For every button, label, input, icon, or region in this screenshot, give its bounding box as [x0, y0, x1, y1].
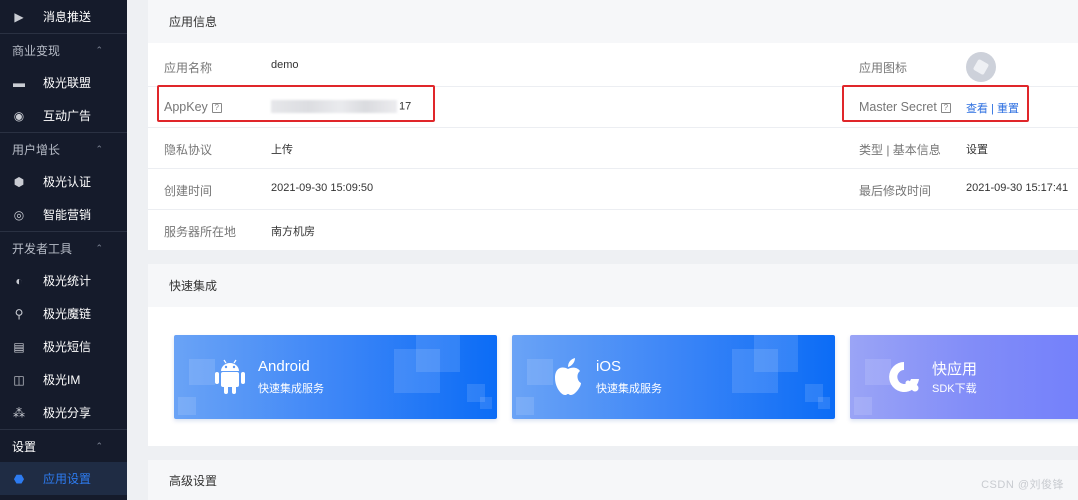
sidebar-item-label: 极光短信 [43, 340, 92, 354]
ad-target-icon: ◉ [13, 108, 25, 123]
quick-integration-title: 快速集成 [148, 264, 1078, 307]
sidebar-item[interactable]: ◉ 互动广告 [0, 99, 127, 132]
chevron-up-icon[interactable]: ⌃ [95, 441, 103, 452]
sidebar-item[interactable]: ⬢ 极光认证 [0, 165, 127, 198]
appkey-highlight-box [157, 85, 435, 122]
sidebar-item[interactable]: ⚲ 极光魔链 [0, 297, 127, 330]
sidebar-item[interactable]: ▤ 极光短信 [0, 330, 127, 363]
sidebar-item[interactable]: ▶ 消息推送 [0, 0, 127, 33]
quick-app-card-title: 快应用 [932, 361, 978, 378]
sidebar-group-label: 商业变现 [12, 43, 61, 58]
ios-card-subtitle: 快速集成服务 [596, 383, 662, 395]
ios-card-title: iOS [596, 358, 622, 375]
sidebar: ▶ 消息推送商业变现 ⌃ ▬ 极光联盟 ◉ 互动广告用户增长 ⌃ ⬢ 极光认证 ◎ 智能营销开发者工具… [0, 0, 127, 500]
settings-link[interactable]: 设置 [966, 141, 988, 157]
android-card-title: Android [258, 358, 310, 375]
sidebar-group[interactable]: 开发者工具 ⌃ [0, 231, 127, 264]
created-label: 创建时间 [164, 184, 213, 198]
sidebar-item-label: 应用设置 [43, 472, 92, 486]
ios-card[interactable]: iOS 快速集成服务 [512, 335, 835, 419]
sidebar-item-label: 极光分享 [43, 406, 92, 420]
server-row: 服务器所在地 南方机房 [148, 210, 1078, 251]
advanced-settings-title: 高级设置 [148, 460, 1078, 500]
quick-integration-panel: 快速集成 Android 快速集成服务 iOS 快速集成服务 快应用 SDK下载 [148, 264, 1078, 446]
sidebar-item-label: 互动广告 [43, 109, 92, 123]
target-icon: ◎ [13, 207, 25, 222]
pie-chart-icon: ◐ [15, 273, 23, 288]
sidebar-group-label: 设置 [12, 439, 37, 454]
sidebar-item-label: 极光魔链 [43, 307, 92, 321]
type-info-label: 类型 | 基本信息 [859, 143, 941, 157]
app-name-row: 应用名称 demo 应用图标 [148, 46, 1078, 87]
sidebar-group[interactable]: 用户增长 ⌃ [0, 132, 127, 165]
sidebar-item[interactable]: ◐ 极光统计 [0, 264, 127, 297]
created-value: 2021-09-30 15:09:50 [271, 182, 374, 194]
sidebar-item[interactable]: ◎ 智能营销 [0, 198, 127, 231]
chat-icon: ◫ [13, 372, 25, 387]
chevron-up-icon[interactable]: ⌃ [95, 144, 103, 155]
app-name-label: 应用名称 [164, 61, 213, 75]
sidebar-group[interactable]: 设置 ⌃ [0, 429, 127, 462]
chevron-up-icon[interactable]: ⌃ [95, 243, 103, 254]
advanced-settings-panel: 高级设置 [148, 460, 1078, 500]
gear-icon: ⬣ [13, 471, 25, 486]
quick-app-card[interactable]: 快应用 SDK下载 [850, 335, 1078, 419]
sidebar-group-label: 用户增长 [12, 142, 61, 157]
share-icon: ⁂ [13, 405, 25, 420]
quick-app-card-subtitle: SDK下载 [932, 383, 977, 395]
modified-value: 2021-09-30 15:17:41 [966, 182, 1069, 194]
sidebar-item-label: 极光认证 [43, 175, 92, 189]
wallet-icon: ▬ [13, 75, 25, 90]
sidebar-item[interactable]: ▬ 极光联盟 [0, 66, 127, 99]
watermark: CSDN @刘俊锋 [981, 479, 1064, 491]
sidebar-group-label: 开发者工具 [12, 241, 73, 256]
android-icon [212, 357, 248, 397]
link-icon: ⚲ [14, 306, 24, 321]
android-card-subtitle: 快速集成服务 [258, 383, 324, 395]
sidebar-item-label: 智能营销 [43, 208, 92, 222]
cube-icon [972, 58, 990, 76]
time-row: 创建时间 2021-09-30 15:09:50 最后修改时间 2021-09-… [148, 169, 1078, 210]
chevron-up-icon[interactable]: ⌃ [95, 45, 103, 56]
server-label: 服务器所在地 [164, 225, 237, 239]
app-icon-label: 应用图标 [859, 61, 908, 75]
sidebar-item[interactable]: ⁂ 极光分享 [0, 396, 127, 429]
sidebar-item-label: 极光IM [43, 373, 81, 387]
upload-link[interactable]: 上传 [271, 141, 293, 157]
sidebar-item[interactable]: ◫ 极光IM [0, 363, 127, 396]
quick-app-icon [886, 357, 922, 397]
app-info-title: 应用信息 [148, 0, 1078, 43]
shield-icon: ⬢ [13, 174, 25, 189]
server-value: 南方机房 [271, 226, 315, 238]
sidebar-item[interactable]: ⬣ 应用设置 [0, 462, 127, 495]
app-name-value: demo [271, 59, 299, 71]
app-icon-image [966, 52, 996, 82]
modified-label: 最后修改时间 [859, 184, 932, 198]
sidebar-group[interactable]: 商业变现 ⌃ [0, 33, 127, 66]
send-icon: ▶ [14, 9, 24, 24]
android-card[interactable]: Android 快速集成服务 [174, 335, 497, 419]
master-secret-highlight-box [842, 85, 1029, 122]
app-info-panel: 应用信息 应用名称 demo 应用图标 AppKey? 17 Master Se… [148, 0, 1078, 250]
privacy-label: 隐私协议 [164, 143, 213, 157]
sidebar-item-label: 极光统计 [43, 274, 92, 288]
privacy-row: 隐私协议 上传 类型 | 基本信息 设置 [148, 128, 1078, 169]
message-icon: ▤ [13, 339, 25, 354]
apple-icon [550, 357, 586, 397]
sidebar-item-label: 消息推送 [43, 10, 92, 24]
sidebar-item-label: 极光联盟 [43, 76, 92, 90]
